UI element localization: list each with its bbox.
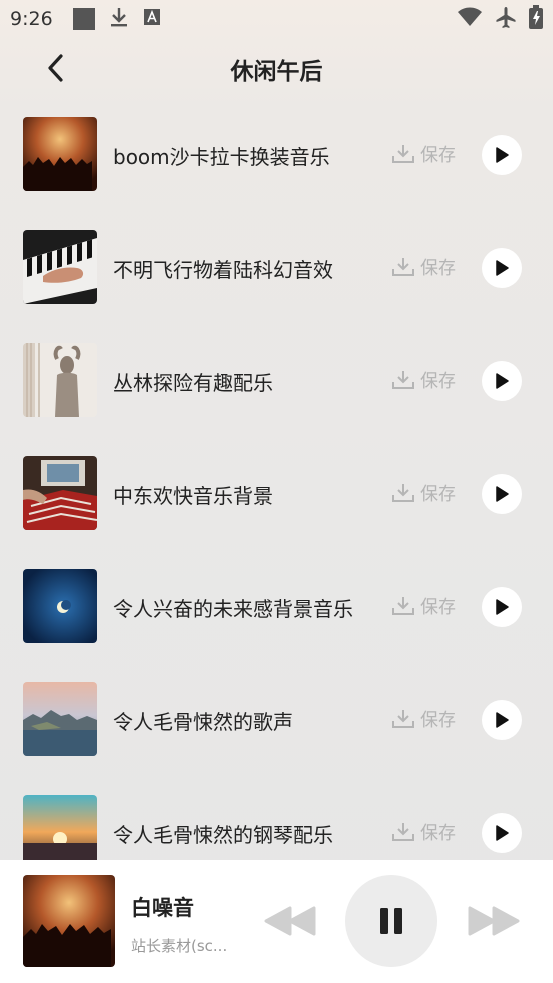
track-thumbnail <box>23 795 97 860</box>
save-button[interactable]: 保存 <box>392 819 456 845</box>
list-item[interactable]: 令人毛骨悚然的歌声 保存 <box>0 682 553 756</box>
list-item[interactable]: 丛林探险有趣配乐 保存 <box>0 343 553 417</box>
track-thumbnail <box>23 117 97 191</box>
track-thumbnail <box>23 569 97 643</box>
now-playing-subtitle: 站长素材(sc... <box>131 937 228 955</box>
save-label: 保存 <box>420 823 456 844</box>
save-button[interactable]: 保存 <box>392 141 456 167</box>
header: 休闲午后 <box>0 38 553 100</box>
download-icon <box>392 371 414 389</box>
track-thumbnail <box>23 682 97 756</box>
save-button[interactable]: 保存 <box>392 593 456 619</box>
save-button[interactable]: 保存 <box>392 480 456 506</box>
back-button[interactable] <box>36 48 76 88</box>
save-label: 保存 <box>420 710 456 731</box>
play-button[interactable] <box>482 700 522 740</box>
track-title: 中东欢快音乐背景 <box>113 484 273 508</box>
now-playing-title: 白噪音 <box>131 896 194 920</box>
chevron-left-icon <box>48 54 63 82</box>
list-item[interactable]: 令人毛骨悚然的钢琴配乐 保存 <box>0 795 553 860</box>
track-thumbnail <box>23 456 97 530</box>
save-label: 保存 <box>420 371 456 392</box>
track-title: boom沙卡拉卡换装音乐 <box>113 145 330 169</box>
airplane-icon <box>495 6 517 33</box>
status-bar: 9:26 <box>0 0 553 38</box>
fast-forward-icon <box>468 906 520 936</box>
download-icon <box>392 484 414 502</box>
list-item[interactable]: boom沙卡拉卡换装音乐 保存 <box>0 117 553 191</box>
save-label: 保存 <box>420 258 456 279</box>
mini-player: 白噪音 站长素材(sc... <box>0 860 553 983</box>
track-thumbnail <box>23 343 97 417</box>
play-icon <box>496 486 509 502</box>
track-title: 不明飞行物着陆科幻音效 <box>113 258 333 282</box>
track-title: 丛林探险有趣配乐 <box>113 371 273 395</box>
pause-button[interactable] <box>345 875 437 967</box>
play-icon <box>496 825 509 841</box>
play-button[interactable] <box>482 813 522 853</box>
save-button[interactable]: 保存 <box>392 254 456 280</box>
battery-charging-icon <box>529 4 543 34</box>
list-item[interactable]: 不明飞行物着陆科幻音效 保存 <box>0 230 553 304</box>
now-playing-thumbnail[interactable] <box>23 875 115 967</box>
download-icon <box>392 597 414 615</box>
download-icon <box>392 258 414 276</box>
track-title: 令人兴奋的未来感背景音乐 <box>113 597 353 621</box>
previous-button[interactable] <box>262 905 318 937</box>
play-icon <box>496 599 509 615</box>
track-thumbnail <box>23 230 97 304</box>
a-badge-icon <box>143 8 161 31</box>
status-time: 9:26 <box>10 8 53 30</box>
rewind-icon <box>264 906 316 936</box>
play-icon <box>496 712 509 728</box>
save-label: 保存 <box>420 145 456 166</box>
page-title: 休闲午后 <box>230 59 323 85</box>
download-icon <box>392 710 414 728</box>
save-label: 保存 <box>420 597 456 618</box>
pause-icon <box>380 908 402 934</box>
play-icon <box>496 147 509 163</box>
save-button[interactable]: 保存 <box>392 367 456 393</box>
play-button[interactable] <box>482 361 522 401</box>
track-title: 令人毛骨悚然的歌声 <box>113 710 293 734</box>
notification-square-icon <box>72 8 95 30</box>
track-title: 令人毛骨悚然的钢琴配乐 <box>113 823 333 847</box>
next-button[interactable] <box>466 905 522 937</box>
save-button[interactable]: 保存 <box>392 706 456 732</box>
play-button[interactable] <box>482 474 522 514</box>
download-icon <box>109 6 129 33</box>
play-button[interactable] <box>482 248 522 288</box>
list-item[interactable]: 令人兴奋的未来感背景音乐 保存 <box>0 569 553 643</box>
save-label: 保存 <box>420 484 456 505</box>
download-icon <box>392 145 414 163</box>
list-item[interactable]: 中东欢快音乐背景 保存 <box>0 456 553 530</box>
wifi-icon <box>457 7 483 32</box>
play-button[interactable] <box>482 587 522 627</box>
download-icon <box>392 823 414 841</box>
play-button[interactable] <box>482 135 522 175</box>
play-icon <box>496 260 509 276</box>
play-icon <box>496 373 509 389</box>
